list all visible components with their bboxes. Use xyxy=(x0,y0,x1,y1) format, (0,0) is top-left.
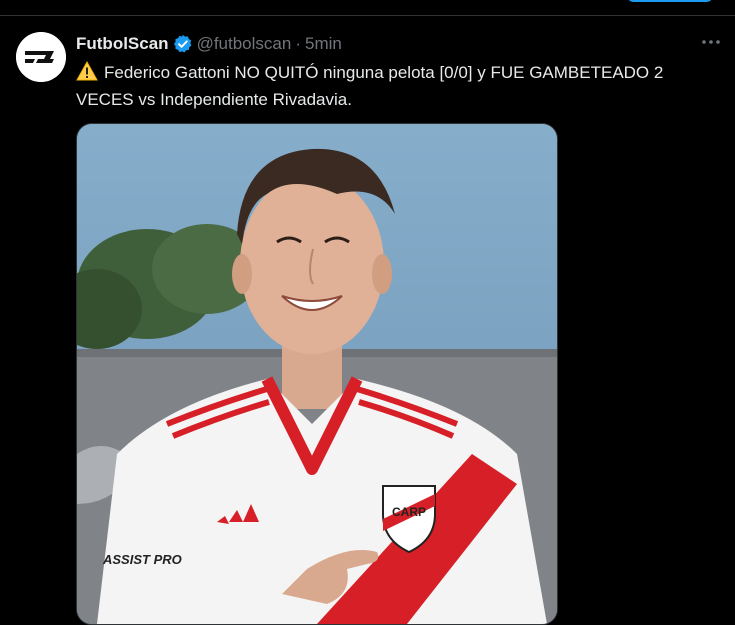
verified-badge-icon xyxy=(173,34,193,54)
jersey-text: ASSIST PRO xyxy=(102,552,182,567)
tweet-timestamp[interactable]: 5min xyxy=(305,34,342,54)
author-avatar[interactable] xyxy=(16,32,66,82)
crest-text: CARP xyxy=(392,505,426,519)
separator-dot: · xyxy=(295,34,301,53)
more-options-button[interactable] xyxy=(696,30,726,54)
author-handle[interactable]: @futbolscan xyxy=(197,34,292,54)
player-photo: CARP ASSIST PRO xyxy=(77,124,557,624)
tweet-media-image[interactable]: CARP ASSIST PRO xyxy=(76,123,558,625)
top-action-button[interactable] xyxy=(626,0,714,2)
author-name[interactable]: FutbolScan xyxy=(76,34,169,54)
tweet-body: Federico Gattoni NO QUITÓ ninguna pelota… xyxy=(76,63,664,109)
tweet-header: FutbolScan @futbolscan · 5min xyxy=(76,33,342,55)
futbolscan-logo-icon xyxy=(16,32,66,82)
top-divider xyxy=(0,0,735,16)
tweet-text: Federico Gattoni NO QUITÓ ninguna pelota… xyxy=(76,59,716,113)
more-options-icon xyxy=(702,40,720,44)
warning-icon xyxy=(76,60,98,81)
